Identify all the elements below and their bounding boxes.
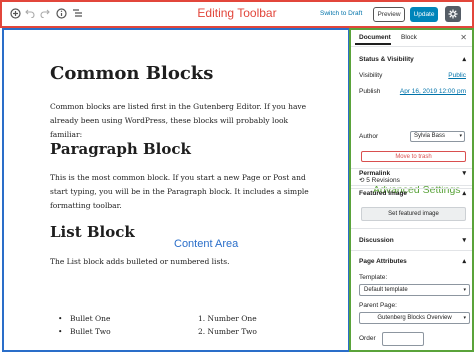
bullet-dot: • [58,327,63,336]
status-visibility-heading: Status & Visibility [359,56,414,63]
move-to-trash-button[interactable]: Move to trash [361,151,466,162]
template-select[interactable]: Default template ▾ [359,284,470,296]
list-item[interactable]: Bullet Two [70,325,111,338]
list-block-heading[interactable]: List Block [50,223,135,241]
visibility-label: Visibility [359,72,383,79]
chevron-up-icon: ▴ [462,56,466,63]
active-tab-indicator [355,43,391,45]
list-item[interactable]: 1. Number One [198,312,257,325]
tab-block[interactable]: Block [401,34,417,41]
editing-toolbar: Editing Toolbar Switch to Draft Preview … [0,0,474,28]
content-area-annotation-label: Content Area [174,238,239,250]
divider [351,185,472,186]
author-select[interactable]: Sylvia Bass ▾ [410,131,465,142]
publish-date-link[interactable]: Apr 16, 2019 12:00 pm [400,88,466,95]
visibility-link[interactable]: Public [448,72,466,79]
featured-image-toggle[interactable]: Featured Image ▴ [359,190,466,197]
settings-gear-icon[interactable] [445,6,461,22]
preview-button[interactable]: Preview [373,7,405,22]
publish-label: Publish [359,88,381,95]
divider [351,250,472,251]
parent-page-select[interactable]: Gutenberg Blocks Overview ▾ [359,312,470,324]
chevron-up-icon: ▴ [462,190,466,197]
order-input[interactable] [382,332,424,346]
status-visibility-toggle[interactable]: Status & Visibility ▴ [359,56,466,63]
update-button[interactable]: Update [410,7,438,22]
list-item[interactable]: Bullet One [70,312,110,325]
permalink-heading: Permalink [359,170,391,177]
discussion-heading: Discussion [359,237,394,244]
divider [351,228,472,229]
parent-page-value: Gutenberg Blocks Overview [377,315,452,321]
revisions-icon: ⟲ [359,177,365,184]
settings-sidebar: Document Block ✕ Status & Visibility ▴ V… [349,28,474,352]
chevron-down-icon: ▾ [459,133,462,139]
switch-to-draft-link[interactable]: Switch to Draft [320,10,362,17]
chevron-up-icon: ▴ [462,258,466,265]
divider [351,168,472,169]
discussion-toggle[interactable]: Discussion ▾ [359,237,466,244]
intro-paragraph[interactable]: Common blocks are listed first in the Gu… [50,100,318,142]
set-featured-image-button[interactable]: Set featured image [361,207,466,221]
paragraph-block-text[interactable]: This is the most common block. If you st… [50,171,318,213]
page-attributes-heading: Page Attributes [359,258,407,265]
revisions-link[interactable]: ⟲ 5 Revisions [359,176,400,184]
order-label: Order [359,335,376,342]
sidebar-tabs: Document Block ✕ [351,30,472,47]
close-icon[interactable]: ✕ [460,33,467,42]
chevron-down-icon: ▾ [463,315,466,321]
chevron-down-icon: ▾ [462,170,466,177]
content-area[interactable]: Common Blocks Common blocks are listed f… [2,28,350,352]
list-item[interactable]: 2. Number Two [198,325,257,338]
page-attributes-toggle[interactable]: Page Attributes ▴ [359,258,466,265]
permalink-toggle[interactable]: Permalink ▾ [359,170,466,177]
list-block-text[interactable]: The List block adds bulleted or numbered… [50,255,318,269]
template-label: Template: [359,274,388,281]
paragraph-block-heading[interactable]: Paragraph Block [50,140,191,158]
divider [351,188,472,189]
featured-image-heading: Featured Image [359,190,408,197]
bullet-dot: • [58,314,63,323]
chevron-down-icon: ▾ [463,287,466,293]
revisions-text: 5 Revisions [366,177,400,184]
post-title[interactable]: Common Blocks [50,63,213,84]
parent-page-label: Parent Page: [359,302,397,309]
author-label: Author [359,133,379,140]
author-value: Sylvia Bass [414,133,446,139]
chevron-down-icon: ▾ [462,237,466,244]
template-value: Default template [364,287,408,293]
tab-document[interactable]: Document [359,34,391,41]
